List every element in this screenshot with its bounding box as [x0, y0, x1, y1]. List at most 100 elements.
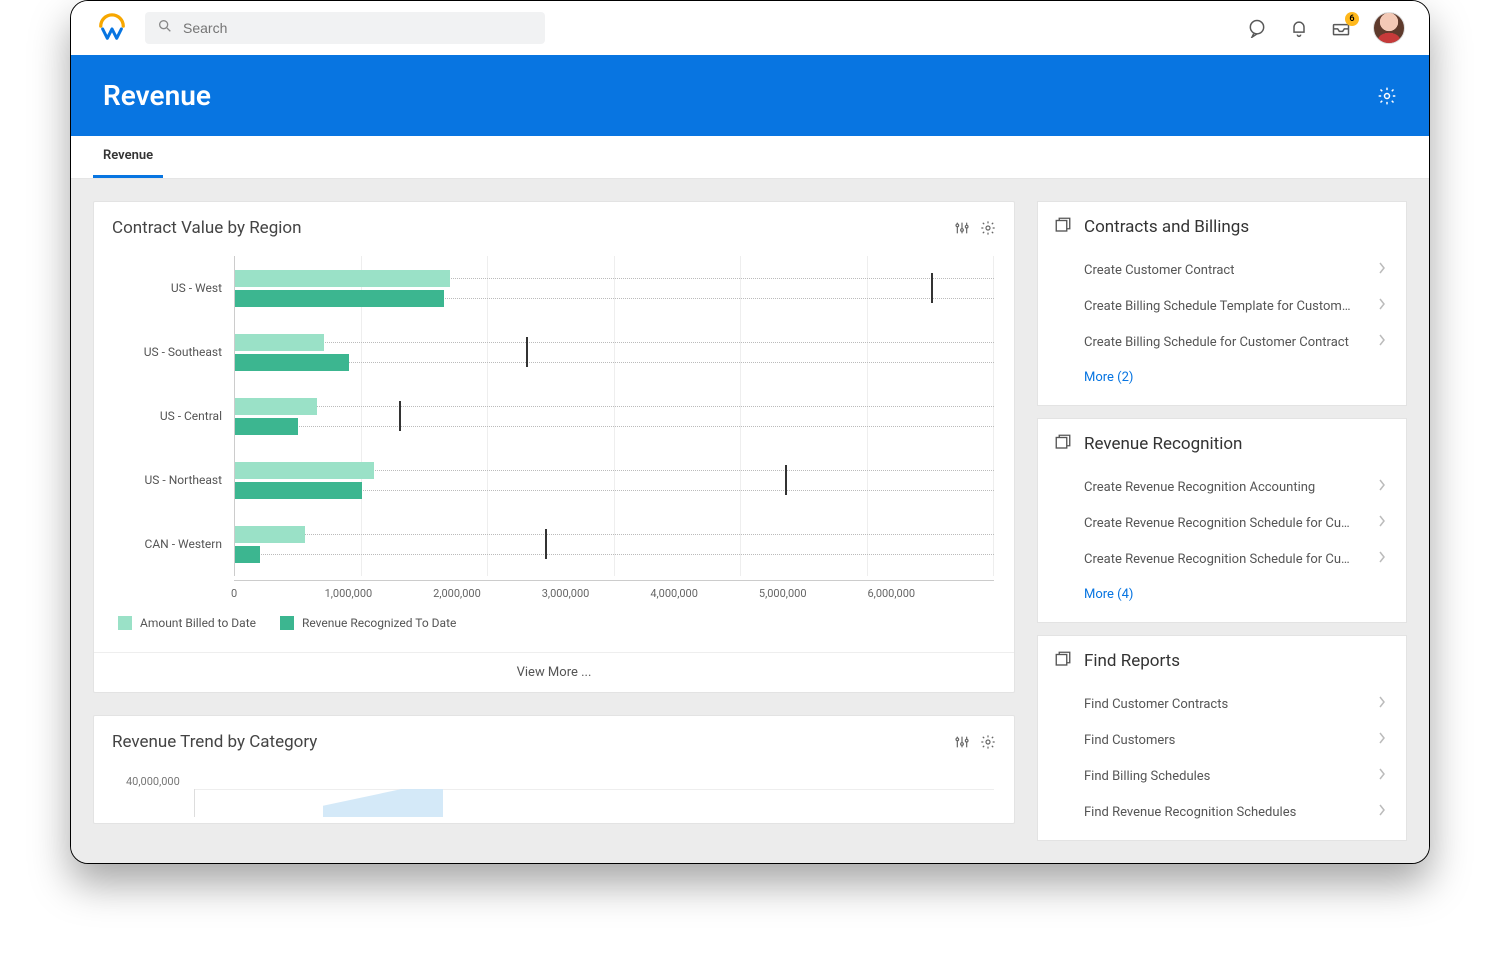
bar-billed[interactable]	[235, 334, 324, 351]
bar-billed[interactable]	[235, 462, 374, 479]
error-marker	[785, 465, 787, 495]
side-item[interactable]: Find Billing Schedules	[1038, 758, 1406, 794]
chevron-right-icon	[1378, 768, 1386, 784]
side-item[interactable]: Create Revenue Recognition Schedule for …	[1038, 541, 1406, 577]
section-icon	[1054, 216, 1072, 238]
inbox-icon[interactable]: 6	[1331, 18, 1351, 38]
swatch-dark-icon	[280, 616, 294, 630]
x-tick: 0	[231, 581, 340, 600]
side-item[interactable]: Create Revenue Recognition Schedule for …	[1038, 505, 1406, 541]
chart2-canvas	[194, 789, 994, 817]
side-item[interactable]: Find Revenue Recognition Schedules	[1038, 794, 1406, 830]
content-area: Contract Value by Region US - West US - S…	[71, 179, 1429, 863]
side-item[interactable]: Create Customer Contract	[1038, 252, 1406, 288]
chevron-right-icon	[1378, 515, 1386, 531]
page-title: Revenue	[103, 79, 211, 112]
side-item[interactable]: Create Revenue Recognition Accounting	[1038, 469, 1406, 505]
user-avatar[interactable]	[1373, 12, 1405, 44]
error-marker	[931, 273, 933, 303]
side-item-label: Find Revenue Recognition Schedules	[1084, 805, 1296, 820]
side-item-label: Create Billing Schedule Template for Cus…	[1084, 299, 1354, 314]
side-item[interactable]: Find Customer Contracts	[1038, 686, 1406, 722]
side-item-label: Create Revenue Recognition Accounting	[1084, 480, 1315, 495]
inbox-badge: 6	[1345, 12, 1359, 26]
chart-legend: Amount Billed to Date Revenue Recognized…	[114, 600, 994, 644]
filters-icon[interactable]	[954, 220, 970, 236]
side-section-header: Revenue Recognition	[1038, 419, 1406, 469]
side-section-header: Contracts and Billings	[1038, 202, 1406, 252]
x-tick: 3,000,000	[542, 581, 651, 600]
bar-billed[interactable]	[235, 270, 450, 287]
bar-recognized[interactable]	[235, 482, 362, 499]
x-tick: 5,000,000	[759, 581, 868, 600]
bar-billed[interactable]	[235, 526, 305, 543]
view-more-link[interactable]: View More ...	[94, 652, 1014, 692]
error-marker	[545, 529, 547, 559]
x-tick: 1,000,000	[325, 581, 434, 600]
legend-recognized: Revenue Recognized To Date	[280, 616, 456, 630]
settings-gear-icon[interactable]	[1377, 86, 1397, 106]
card-gear-icon[interactable]	[980, 220, 996, 236]
side-section-title: Find Reports	[1084, 651, 1180, 671]
side-item[interactable]: Find Customers	[1038, 722, 1406, 758]
chevron-right-icon	[1378, 551, 1386, 567]
side-item-more[interactable]: More (2)	[1038, 360, 1406, 395]
side-item-label: Create Billing Schedule for Customer Con…	[1084, 335, 1349, 350]
chart-category-label: US - Southeast	[114, 345, 234, 359]
card-title: Contract Value by Region	[112, 218, 301, 238]
chat-icon[interactable]	[1247, 18, 1267, 38]
bar-recognized[interactable]	[235, 418, 298, 435]
card-gear-icon[interactable]	[980, 734, 996, 750]
bar-recognized[interactable]	[235, 290, 444, 307]
chevron-right-icon	[1378, 479, 1386, 495]
chart-contract-value: US - WestUS - SoutheastUS - CentralUS - …	[94, 246, 1014, 652]
error-marker	[526, 337, 528, 367]
search-icon	[157, 18, 173, 38]
side-panel: Contracts and Billings Create Customer Co…	[1037, 201, 1407, 841]
side-item-label: Create Customer Contract	[1084, 263, 1234, 278]
chart2-ytick: 40,000,000	[126, 775, 180, 788]
chart-category-label: US - West	[114, 281, 234, 295]
side-section-title: Contracts and Billings	[1084, 217, 1249, 237]
chevron-right-icon	[1378, 262, 1386, 278]
card-revenue-trend-by-category: Revenue Trend by Category 40,000,000	[93, 715, 1015, 824]
chart-category-label: CAN - Western	[114, 537, 234, 551]
side-section: Find Reports Find Customer Contracts Find …	[1037, 635, 1407, 841]
x-tick: 6,000,000	[867, 581, 976, 600]
side-item-more[interactable]: More (4)	[1038, 577, 1406, 612]
side-item[interactable]: Create Billing Schedule for Customer Con…	[1038, 324, 1406, 360]
bar-recognized[interactable]	[235, 354, 349, 371]
top-icons: 6	[1247, 12, 1405, 44]
legend-billed: Amount Billed to Date	[118, 616, 256, 630]
chevron-right-icon	[1378, 732, 1386, 748]
chevron-right-icon	[1378, 298, 1386, 314]
chart-category-label: US - Northeast	[114, 473, 234, 487]
chevron-right-icon	[1378, 334, 1386, 350]
search-input[interactable]	[183, 20, 533, 36]
x-axis: 01,000,0002,000,0003,000,0004,000,0005,0…	[234, 580, 994, 600]
side-section-title: Revenue Recognition	[1084, 434, 1242, 454]
global-search[interactable]	[145, 12, 545, 44]
side-section-header: Find Reports	[1038, 636, 1406, 686]
card-title: Revenue Trend by Category	[112, 732, 317, 752]
side-item-label: Create Revenue Recognition Schedule for …	[1084, 552, 1354, 567]
bar-recognized[interactable]	[235, 546, 260, 563]
x-tick: 2,000,000	[433, 581, 542, 600]
bar-billed[interactable]	[235, 398, 317, 415]
chevron-right-icon	[1378, 804, 1386, 820]
card-contract-value-by-region: Contract Value by Region US - West US - S…	[93, 201, 1015, 693]
error-marker	[399, 401, 401, 431]
side-item-label: Find Customer Contracts	[1084, 697, 1228, 712]
side-section: Contracts and Billings Create Customer Co…	[1037, 201, 1407, 406]
side-item-label: Find Customers	[1084, 733, 1175, 748]
side-item[interactable]: Create Billing Schedule Template for Cus…	[1038, 288, 1406, 324]
page-banner: Revenue	[71, 55, 1429, 136]
bell-icon[interactable]	[1289, 18, 1309, 38]
x-tick: 4,000,000	[650, 581, 759, 600]
swatch-light-icon	[118, 616, 132, 630]
filters-icon[interactable]	[954, 734, 970, 750]
top-bar: 6	[71, 1, 1429, 55]
side-section: Revenue Recognition Create Revenue Recogn…	[1037, 418, 1407, 623]
tab-revenue[interactable]: Revenue	[93, 136, 163, 178]
workday-logo[interactable]	[95, 11, 129, 45]
